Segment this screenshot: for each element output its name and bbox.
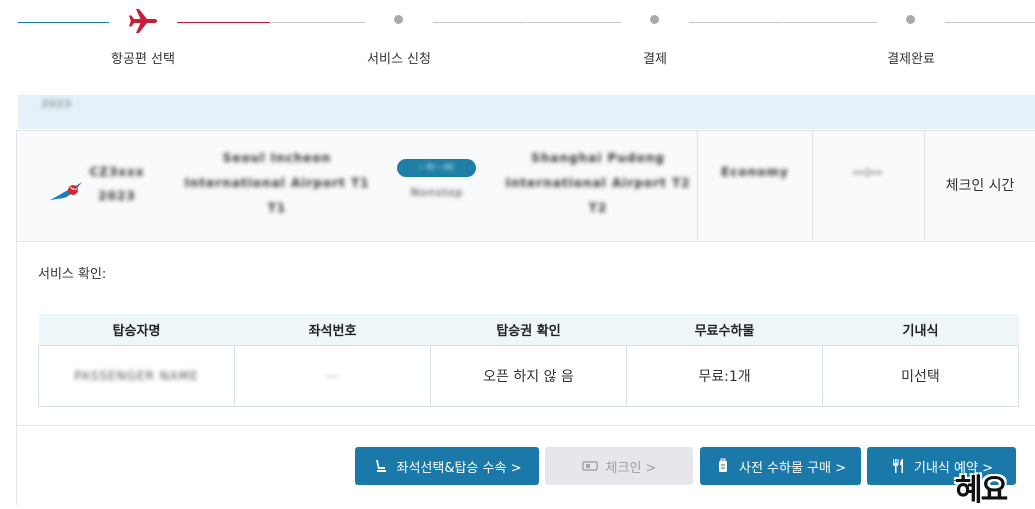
duration-badge-text: --h--m xyxy=(418,162,455,173)
departure-terminal: T1 xyxy=(267,201,287,215)
prepaid-baggage-button[interactable]: 사전 수하물 구매 > xyxy=(700,447,861,485)
schedule-info: --:-- xyxy=(853,165,883,179)
prepaid-baggage-label: 사전 수하물 구매 > xyxy=(738,460,846,476)
trip-info-band: 2023 xyxy=(18,95,1035,129)
service-confirm-title: 서비스 확인: xyxy=(38,267,107,282)
cell-passenger: PASSENGER NAME xyxy=(38,345,235,407)
col-seat-number: 좌석번호 xyxy=(234,314,431,346)
step-line xyxy=(689,22,782,23)
step-label-service-apply: 서비스 신청 xyxy=(367,52,431,67)
flight-date: 2023 xyxy=(98,189,136,203)
step-label-payment-done: 결제완료 xyxy=(887,52,935,67)
seat-selection-checkin-label: 좌석선택&탑승 수속 > xyxy=(396,460,522,476)
arrival-terminal: T2 xyxy=(588,201,608,215)
table-header-row: 탑승자명 좌석번호 탑승권 확인 무료수하물 기내식 xyxy=(38,314,1019,346)
arrival-name: Shanghai Pudong xyxy=(531,151,665,165)
checkin-label: 체크인 > xyxy=(605,460,657,476)
watermark-text: 혜요 xyxy=(955,473,1008,508)
cabin-class: Economy xyxy=(721,165,789,179)
seat-icon xyxy=(375,460,386,472)
ticket-icon xyxy=(581,461,598,471)
section-divider xyxy=(17,425,1035,426)
departure-airport: International Airport T1 xyxy=(184,176,370,190)
seat-selection-checkin-button[interactable]: 좌석선택&탑승 수속 > xyxy=(355,447,539,485)
step-line-done xyxy=(18,22,109,23)
checkin-time-label: 체크인 시간 xyxy=(945,178,1015,194)
col-passenger-name: 탑승자명 xyxy=(38,314,235,346)
col-free-baggage: 무료수하물 xyxy=(626,314,823,346)
trip-info-text: 2023 xyxy=(42,99,72,110)
seat-number: -- xyxy=(327,369,338,383)
departure-name: Seoul Incheon xyxy=(222,151,332,165)
table-row: PASSENGER NAME -- 오픈 하지 않 음 무료:1개 미선택 xyxy=(38,345,1019,407)
free-baggage-value: 무료:1개 xyxy=(626,345,823,407)
step-line-active xyxy=(177,22,270,23)
airline-logo-icon xyxy=(50,182,82,200)
step-line xyxy=(783,22,877,23)
step-dot xyxy=(650,15,659,24)
step-line xyxy=(945,22,1035,23)
cell-seat: -- xyxy=(234,345,431,407)
flight-number: CZ3xxx xyxy=(89,165,145,179)
step-label-payment: 결제 xyxy=(643,52,667,67)
checkin-button[interactable]: 체크인 > xyxy=(545,447,693,485)
duration-text: Nonstop xyxy=(410,186,464,199)
step-line xyxy=(271,22,365,23)
column-divider xyxy=(697,130,698,240)
fork-knife-icon xyxy=(893,459,904,473)
passenger-name: PASSENGER NAME xyxy=(74,369,199,383)
column-divider xyxy=(812,130,813,240)
boarding-pass-status: 오픈 하지 않 음 xyxy=(430,345,627,407)
arrival-airport: International Airport T2 xyxy=(505,176,691,190)
step-dot xyxy=(906,15,915,24)
step-dot xyxy=(394,15,403,24)
col-meal: 기내식 xyxy=(822,314,1019,346)
col-boarding-pass: 탑승권 확인 xyxy=(430,314,627,346)
meal-status: 미선택 xyxy=(822,345,1019,407)
service-table: 탑승자명 좌석번호 탑승권 확인 무료수하물 기내식 PASSENGER NAM… xyxy=(38,314,1019,407)
airplane-icon xyxy=(129,9,157,33)
step-label-flight-select: 항공편 선택 xyxy=(111,52,175,67)
luggage-icon xyxy=(718,458,727,472)
step-line xyxy=(527,22,621,23)
step-line xyxy=(433,22,526,23)
